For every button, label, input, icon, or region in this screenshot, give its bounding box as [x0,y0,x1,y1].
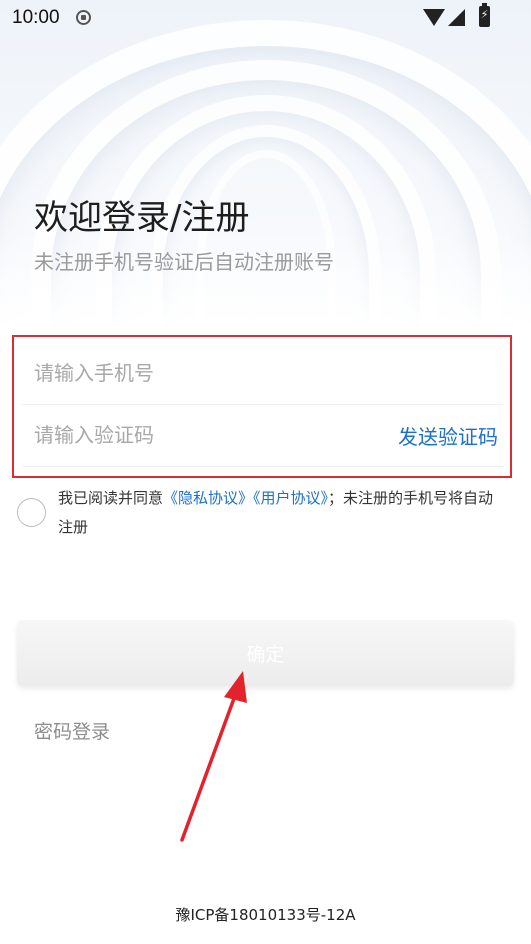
confirm-button[interactable]: 确定 [17,620,514,686]
page-title: 欢迎登录/注册 [34,198,250,238]
agreement-text: 我已阅读并同意《隐私协议》《用户协议》；未注册的手机号将自动注册 [58,484,508,542]
battery-charging-icon [479,3,490,27]
phone-input[interactable] [22,343,352,403]
agreement-prefix: 我已阅读并同意 [58,489,164,507]
verification-code-input[interactable] [22,405,352,465]
phone-field [22,343,503,405]
agreement-radio[interactable] [17,498,46,527]
wifi-icon [423,9,445,26]
privacy-policy-link[interactable]: 《隐私协议》 [163,489,253,507]
status-bar: 10:00 [0,0,531,36]
shield-icon [76,10,91,25]
user-agreement-link[interactable]: 《用户协议》 [253,489,328,507]
page-subtitle: 未注册手机号验证后自动注册账号 [34,250,334,274]
send-code-button[interactable]: 发送验证码 [398,421,498,450]
signal-icon [448,9,465,26]
arrow-shaft [180,691,238,842]
icp-footer: 豫ICP备18010133号-12A [175,906,356,924]
code-field: 发送验证码 [22,405,503,467]
hero-background [0,0,531,330]
password-login-link[interactable]: 密码登录 [34,717,110,744]
status-time: 10:00 [12,7,60,28]
